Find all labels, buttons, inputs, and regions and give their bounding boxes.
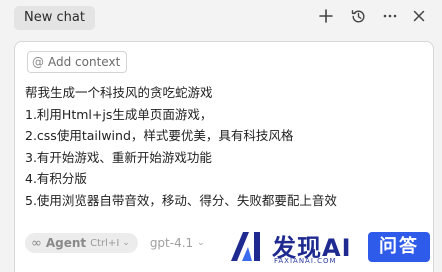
chevron-down-icon: ⌄ <box>197 238 205 248</box>
prompt-line: 4.有积分版 <box>25 171 87 186</box>
add-context-label: Add context <box>48 55 121 69</box>
ellipsis-icon[interactable] <box>379 5 401 27</box>
history-icon[interactable] <box>347 5 369 27</box>
mode-selector[interactable]: ∞ Agent Ctrl+I ⌄ <box>25 233 138 253</box>
model-label: gpt-4.1 <box>149 236 194 250</box>
watermark-badge: 问答 <box>368 232 430 262</box>
composer-toolbar: ∞ Agent Ctrl+I ⌄ gpt-4.1 ⌄ <box>25 233 205 253</box>
prompt-line: 帮我生成一个科技风的贪吃蛇游戏 <box>25 85 213 100</box>
watermark-url: FAXIANAI.COM <box>274 257 337 265</box>
model-selector[interactable]: gpt-4.1 ⌄ <box>150 236 205 250</box>
tab-new-chat[interactable]: New chat <box>14 6 95 30</box>
chat-panel: New chat @ Add context 帮我生成一个科技风的贪吃蛇游戏 1… <box>0 0 442 272</box>
plus-icon[interactable] <box>315 5 337 27</box>
at-icon: @ <box>32 55 44 69</box>
prompt-text[interactable]: 帮我生成一个科技风的贪吃蛇游戏 1.利用Html+js生成单页面游戏， 2.cs… <box>25 82 425 211</box>
header-bar: New chat <box>0 0 442 36</box>
prompt-line: 2.css使用tailwind，样式要优美，具有科技风格 <box>25 128 294 143</box>
watermark: 发现AI FAXIANAI.COM 问答 <box>222 224 440 270</box>
infinity-icon: ∞ <box>31 235 42 251</box>
mode-shortcut: Ctrl+I <box>90 237 120 249</box>
prompt-line: 3.有开始游戏、重新开始游戏功能 <box>25 149 212 165</box>
prompt-line: 1.利用Html+js生成单页面游戏， <box>25 106 213 122</box>
watermark-logo <box>231 232 260 261</box>
add-context-button[interactable]: @ Add context <box>27 51 128 73</box>
prompt-line: 5.使用浏览器自带音效，移动、得分、失败都要配上音效 <box>25 192 337 208</box>
close-icon[interactable] <box>408 5 430 27</box>
mode-label: Agent <box>45 236 87 250</box>
chevron-down-icon: ⌄ <box>122 238 130 248</box>
